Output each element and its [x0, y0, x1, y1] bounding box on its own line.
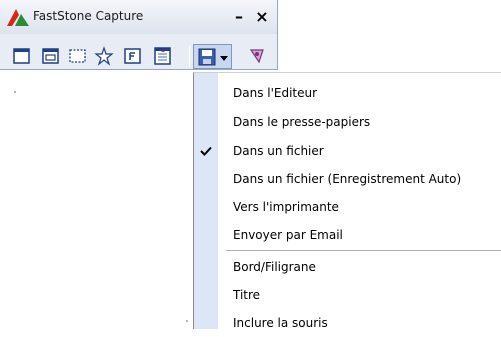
capture-scrolling-window-icon[interactable] — [153, 46, 173, 66]
stray-pixel — [186, 320, 188, 322]
menu-item-label: Inclure la souris — [233, 316, 328, 330]
menu-item-email[interactable]: Envoyer par Email — [194, 221, 501, 249]
menu-item-label: Dans l'Editeur — [233, 86, 318, 100]
menu-item-clipboard[interactable]: Dans le presse-papiers — [194, 108, 501, 136]
menu-item-printer[interactable]: Vers l'imprimante — [194, 193, 501, 221]
close-button[interactable]: × — [253, 7, 271, 27]
capture-active-window-icon[interactable] — [12, 46, 32, 66]
capture-freehand-icon[interactable] — [94, 46, 114, 66]
menu-item-border-watermark[interactable]: Bord/Filigrane — [194, 253, 501, 281]
minimize-button[interactable]: – — [230, 7, 248, 27]
menu-item-caption[interactable]: Titre — [194, 281, 501, 309]
menu-item-label: Dans un fichier — [233, 144, 324, 158]
menu-item-label: Envoyer par Email — [233, 228, 343, 242]
menu-item-label: Titre — [233, 288, 261, 302]
menu-item-label: Dans le presse-papiers — [233, 115, 371, 129]
floppy-disk-icon — [198, 48, 216, 66]
settings-icon[interactable] — [247, 46, 267, 66]
capture-window: FastStone Capture – × — [0, 0, 278, 70]
menu-item-label: Bord/Filigrane — [233, 260, 316, 274]
faststone-logo-icon — [7, 9, 29, 26]
menu-item-editor[interactable]: Dans l'Editeur — [194, 79, 501, 107]
menu-item-include-cursor[interactable]: Inclure la souris — [194, 309, 501, 337]
capture-rectangle-icon[interactable] — [68, 46, 88, 66]
capture-full-screen-icon[interactable] — [123, 46, 143, 66]
menu-separator — [226, 250, 501, 251]
menu-item-label: Vers l'imprimante — [233, 200, 339, 214]
output-destination-button[interactable] — [193, 44, 232, 69]
menu-item-file-auto-save[interactable]: Dans un fichier (Enregistrement Auto) — [194, 165, 501, 193]
capture-window-object-icon[interactable] — [41, 46, 61, 66]
title-bar[interactable]: FastStone Capture – × — [0, 0, 277, 34]
menu-item-label: Dans un fichier (Enregistrement Auto) — [233, 172, 462, 186]
capture-toolbar — [0, 44, 277, 69]
app-title: FastStone Capture — [33, 9, 144, 23]
stray-pixel — [14, 91, 16, 93]
chevron-down-icon — [220, 56, 228, 61]
menu-item-file[interactable]: Dans un fichier — [194, 137, 501, 165]
toolbar-separator — [189, 46, 190, 67]
output-destination-menu: Dans l'Editeur Dans le presse-papiers Da… — [193, 72, 501, 330]
checkmark-icon — [200, 146, 212, 156]
